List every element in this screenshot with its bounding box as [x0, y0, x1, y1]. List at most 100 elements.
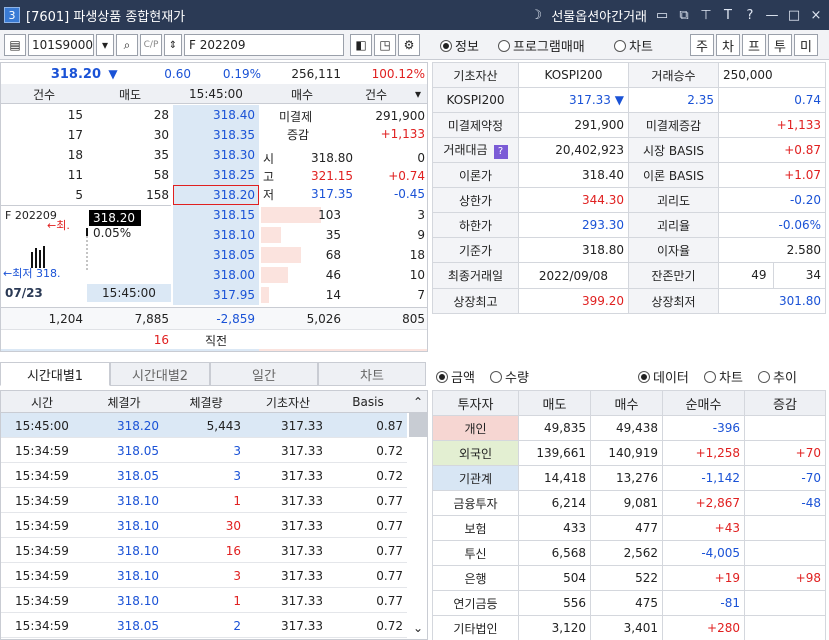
ask-row[interactable]: 17 30 318.35 — [1, 125, 259, 145]
tick-basis: 0.77 — [376, 493, 403, 508]
font-size-icon[interactable]: T — [721, 8, 735, 23]
tick-row[interactable]: 15:34:59 318.10 30 317.33 0.77 — [1, 513, 407, 538]
minimize-icon[interactable]: — — [765, 8, 779, 23]
help-icon[interactable]: ? — [743, 8, 757, 23]
investor-buy: 49,438 — [590, 415, 663, 441]
radio-program[interactable]: 프로그램매매 — [498, 36, 585, 55]
bid-row[interactable]: 317.95 14 7 — [173, 285, 427, 305]
investor-buy: 2,562 — [590, 540, 663, 566]
call-put-icon[interactable]: C/P — [140, 34, 162, 56]
window-link-icon[interactable]: ⧉ — [677, 8, 691, 23]
index-price-cell: 317.33 ▼ — [518, 87, 629, 113]
bid-row[interactable]: 318.10 35 9 — [173, 225, 427, 245]
radio-data[interactable]: 데이터 — [638, 367, 689, 386]
radio-trend-label: 추이 — [773, 371, 797, 386]
radio-info[interactable]: 정보 — [440, 36, 479, 55]
tab-time2[interactable]: 시간대별2 — [110, 362, 210, 386]
help-icon[interactable]: ? — [493, 145, 508, 159]
tick-header-basis: Basis — [352, 395, 384, 409]
bid-row[interactable]: 318.15 103 3 — [173, 205, 427, 225]
investor-row[interactable]: 보험 433 477 +43 — [432, 515, 826, 541]
tick-price: 318.05 — [117, 618, 159, 633]
tick-basis: 0.72 — [376, 618, 403, 633]
program-button[interactable]: 프 — [742, 34, 766, 56]
search-field[interactable]: F 202209 — [184, 34, 344, 56]
investor-row[interactable]: 금융투자 6,214 9,081 +2,867 -48 — [432, 490, 826, 516]
scroll-up-icon[interactable]: ⌃ — [407, 391, 427, 413]
radio-quantity[interactable]: 수량 — [490, 367, 529, 386]
close-icon[interactable]: × — [809, 8, 823, 23]
info-label-text: 상한가 — [458, 193, 493, 208]
scroll-down-icon[interactable]: ⌄ — [407, 617, 427, 639]
info-label-text: 거래대금 — [443, 143, 488, 157]
tick-row[interactable]: 15:34:59 318.05 3 317.33 0.72 — [1, 438, 407, 463]
investor-sell: 139,661 — [518, 440, 591, 466]
radio-inv-chart[interactable]: 차트 — [704, 367, 743, 386]
stepper-icon[interactable]: ⇕ — [164, 34, 182, 56]
investor-change — [744, 615, 826, 640]
investor-table: 투자자 매도 매수 순매수 증감 개인 49,835 49,438 -396 외국인 13… — [432, 390, 826, 640]
investor-row[interactable]: 기관계 14,418 13,276 -1,142 -70 — [432, 465, 826, 491]
header-ask-count: 건수 — [32, 87, 56, 102]
stock-button[interactable]: 주 — [690, 34, 714, 56]
tick-qty: 3 — [233, 568, 241, 583]
inv-header-net: 순매수 — [662, 390, 745, 416]
investor-sell: 556 — [518, 590, 591, 616]
tick-row[interactable]: 15:45:00 318.20 5,443 317.33 0.87 — [1, 413, 407, 438]
gear-icon[interactable]: ⚙ — [398, 34, 420, 56]
radio-amount[interactable]: 금액 — [436, 367, 475, 386]
investor-name: 기타법인 — [432, 615, 519, 640]
dropdown-arrow-icon[interactable]: ▾ — [407, 84, 427, 104]
info-row: 상한가 344.30 괴리도 -0.20 — [432, 187, 826, 213]
investor-row[interactable]: 외국인 139,661 140,919 +1,258 +70 — [432, 440, 826, 466]
investor-button[interactable]: 투 — [768, 34, 792, 56]
inv-header-sell: 매도 — [518, 390, 591, 416]
code-list-icon[interactable]: ▤ — [4, 34, 26, 56]
radio-trend[interactable]: 추이 — [758, 367, 797, 386]
tab-chart[interactable]: 차트 — [318, 362, 426, 386]
window-layout-icon[interactable]: ◳ — [374, 34, 396, 56]
bid-row[interactable]: 318.05 68 18 — [173, 245, 427, 265]
mini-chart[interactable]: F 202209 318.20 0.05% ←최. ←최저 318. 07/23… — [1, 205, 171, 303]
investor-row[interactable]: 개인 49,835 49,438 -396 — [432, 415, 826, 441]
tick-row[interactable]: 15:34:59 318.05 2 317.33 0.72 — [1, 613, 407, 638]
tick-row[interactable]: 15:34:59 318.10 1 317.33 0.77 — [1, 488, 407, 513]
investor-row[interactable]: 연기금등 556 475 -81 — [432, 590, 826, 616]
tick-row[interactable]: 15:34:59 318.10 16 317.33 0.77 — [1, 538, 407, 563]
tab-time1[interactable]: 시간대별1 — [0, 362, 110, 386]
pin-icon[interactable]: ⊤ — [699, 8, 713, 23]
scrollbar-thumb[interactable] — [409, 413, 427, 437]
panel-layout-icon[interactable]: ◧ — [350, 34, 372, 56]
tick-row[interactable]: 15:34:59 318.05 3 317.33 0.72 — [1, 463, 407, 488]
maximize-icon[interactable]: □ — [787, 8, 801, 23]
tick-row[interactable]: 15:34:59 318.10 1 317.33 0.77 — [1, 588, 407, 613]
label-multiplier: 거래승수 — [628, 62, 719, 88]
ask-row[interactable]: 5 158 318.20 — [1, 185, 259, 205]
radio-dot-icon — [758, 370, 770, 383]
investor-options: 금액 수량 데이터 차트 추이 — [432, 362, 829, 388]
info-value-2: +1,133 — [718, 112, 826, 138]
investor-row[interactable]: 은행 504 522 +19 +98 — [432, 565, 826, 591]
tick-row[interactable]: 15:34:59 318.10 3 317.33 0.77 — [1, 563, 407, 588]
dropdown-arrow-icon[interactable]: ▾ — [96, 34, 114, 56]
chart-button[interactable]: 차 — [716, 34, 740, 56]
tick-basis: 0.77 — [376, 568, 403, 583]
investor-net: +280 — [662, 615, 745, 640]
code-input[interactable]: 101S9000 — [28, 34, 94, 56]
ask-row[interactable]: 11 58 318.25 — [1, 165, 259, 185]
investor-row[interactable]: 투신 6,568 2,562 -4,005 — [432, 540, 826, 566]
layout-icon[interactable]: ▭ — [655, 8, 669, 23]
ask-row[interactable]: 15 28 318.40 — [1, 105, 259, 125]
radio-chart[interactable]: 차트 — [614, 36, 653, 55]
label-index: KOSPI200 — [432, 87, 519, 113]
tab-daily[interactable]: 일간 — [210, 362, 318, 386]
search-icon[interactable]: ⌕ — [116, 34, 138, 56]
night-trading-menu[interactable]: 선물옵션야간거래 — [551, 6, 647, 25]
investor-row[interactable]: 기타법인 3,120 3,401 +280 — [432, 615, 826, 640]
radio-data-label: 데이터 — [653, 371, 689, 386]
header-time: 15:45:00 — [189, 87, 243, 101]
investor-name: 연기금등 — [432, 590, 519, 616]
unsettled-button[interactable]: 미 — [794, 34, 818, 56]
ask-row[interactable]: 18 35 318.30 — [1, 145, 259, 165]
bid-row[interactable]: 318.00 46 10 — [173, 265, 427, 285]
